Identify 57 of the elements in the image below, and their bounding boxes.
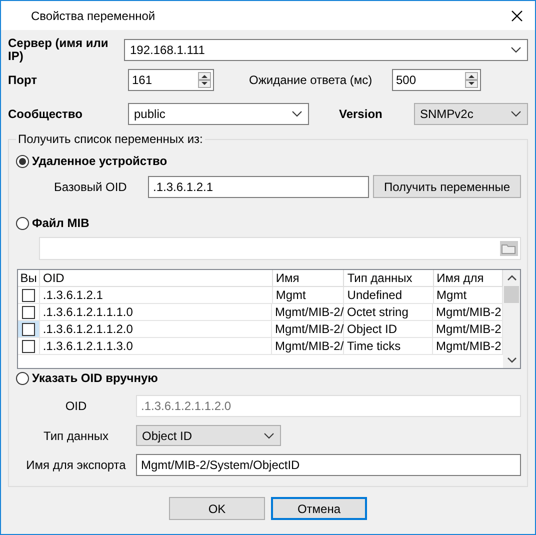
scroll-up-icon[interactable] bbox=[506, 275, 516, 281]
timeout-spinbox[interactable]: 500 bbox=[392, 69, 481, 91]
port-label: Порт bbox=[8, 74, 38, 86]
table-cell: Mgmt/MIB-2/ bbox=[272, 338, 344, 355]
table-cell: .1.3.6.1.2.1.1.1.0 bbox=[40, 304, 272, 321]
table-cell: Octet string bbox=[344, 304, 433, 321]
group-legend: Получить список переменных из: bbox=[16, 132, 205, 146]
checkbox[interactable] bbox=[22, 288, 35, 302]
base-oid-label: Базовый OID bbox=[54, 180, 128, 194]
scroll-down-icon[interactable] bbox=[506, 357, 516, 363]
data-type-combo[interactable]: Object ID bbox=[136, 425, 281, 446]
table-cell: Object ID bbox=[344, 321, 433, 338]
remote-radio[interactable]: Удаленное устройство bbox=[16, 152, 168, 170]
dialog-button[interactable]: Отмена bbox=[271, 497, 367, 520]
close-icon[interactable] bbox=[511, 10, 523, 22]
data-type-label: Тип данных bbox=[42, 428, 110, 442]
community-combo[interactable]: public bbox=[128, 103, 309, 125]
checkbox[interactable] bbox=[22, 322, 35, 336]
table-cell: Mgmt bbox=[272, 287, 344, 304]
spin-arrows-icon[interactable] bbox=[198, 72, 211, 88]
port-spinbox[interactable]: 161 bbox=[128, 69, 214, 91]
caret-icon bbox=[511, 47, 521, 53]
server-combo[interactable]: 192.168.1.111 bbox=[124, 39, 528, 61]
table-cell: Undefined bbox=[344, 287, 434, 304]
window-title: Свойства переменной bbox=[31, 8, 156, 22]
dialog-button[interactable]: OK bbox=[169, 497, 265, 520]
table-cell: Mgmt bbox=[434, 287, 503, 304]
column-header[interactable]: Имя bbox=[272, 270, 344, 287]
fetch-variables-button[interactable]: Получить переменные bbox=[373, 175, 521, 198]
timeout-label: Ожидание ответа (мс) bbox=[249, 73, 374, 87]
caret-icon bbox=[264, 432, 274, 438]
table-cell: .1.3.6.1.2.1.1.2.0 bbox=[40, 321, 272, 338]
table-cell: .1.3.6.1.2.1 bbox=[40, 287, 273, 304]
scrollbar-thumb[interactable] bbox=[504, 286, 519, 303]
checkbox[interactable] bbox=[22, 340, 35, 352]
checkbox[interactable] bbox=[22, 306, 35, 318]
export-name-field[interactable]: Mgmt/MIB-2/System/ObjectID bbox=[136, 454, 521, 476]
column-header[interactable]: OID bbox=[40, 270, 273, 287]
table-cell: Mgmt/MIB-2/ bbox=[272, 304, 344, 321]
caret-icon bbox=[292, 111, 302, 117]
caret-icon bbox=[511, 111, 521, 117]
table-cell: .1.3.6.1.2.1.1.3.0 bbox=[40, 338, 272, 355]
scrollbar[interactable] bbox=[503, 270, 520, 368]
mib-file-field[interactable] bbox=[39, 237, 521, 260]
mib-file-radio[interactable]: Файл MIB bbox=[16, 214, 90, 232]
column-header[interactable]: Тип данных bbox=[344, 270, 434, 287]
table-cell: Time ticks bbox=[344, 338, 433, 355]
table-cell: Mgmt/MIB-2/ bbox=[272, 321, 344, 338]
export-name-label: Имя для экспорта bbox=[25, 458, 127, 472]
version-label: Version bbox=[339, 107, 384, 121]
manual-oid-radio[interactable]: Указать OID вручную bbox=[16, 369, 158, 387]
oid-label: OID bbox=[64, 399, 88, 413]
community-label: Сообщество bbox=[8, 108, 84, 120]
spin-arrows-icon[interactable] bbox=[465, 72, 478, 88]
base-oid-field[interactable]: .1.3.6.1.2.1 bbox=[148, 176, 370, 198]
server-label: Сервер (имя или IP) bbox=[8, 37, 110, 63]
column-header[interactable]: Вы bbox=[18, 270, 40, 287]
